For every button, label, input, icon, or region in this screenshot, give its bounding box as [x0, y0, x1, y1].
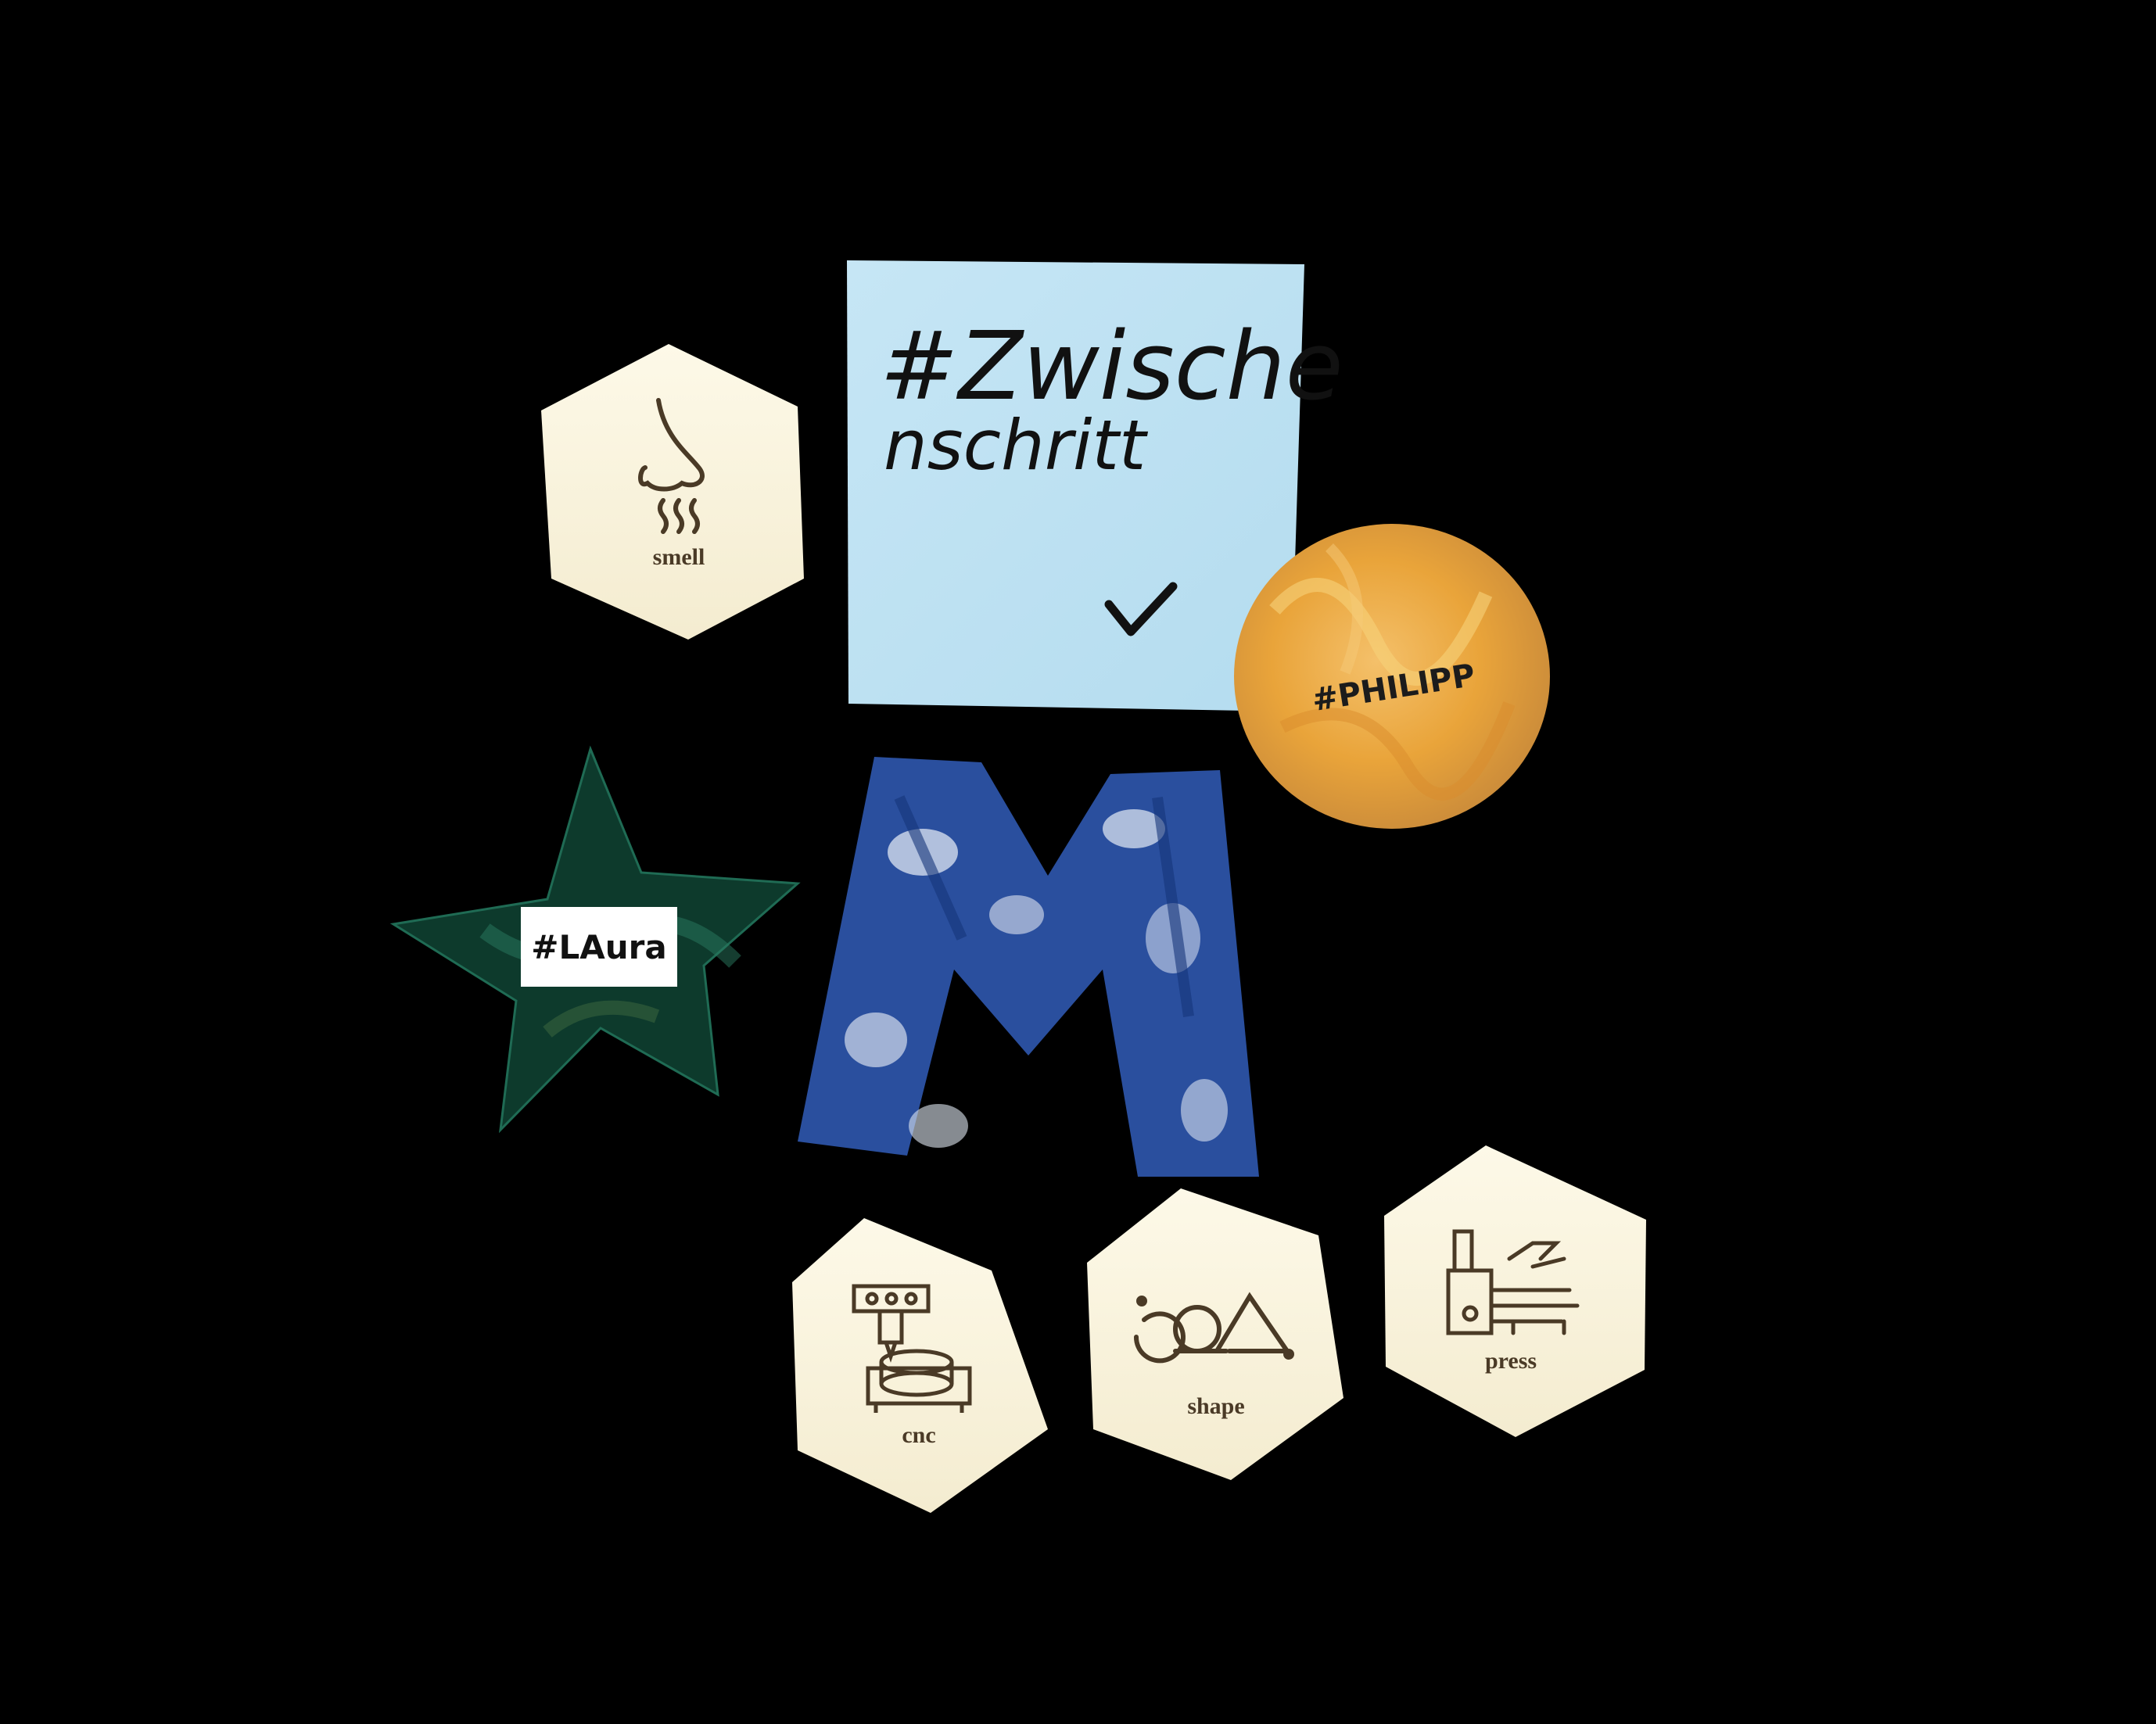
shape-label: shape — [1187, 1393, 1244, 1419]
sticky-note-line2: nschritt — [884, 405, 1149, 486]
smell-label: smell — [653, 544, 705, 570]
photo-scene: #Zwische nschritt smell #PHILIPP #LAura — [389, 260, 1646, 1513]
cnc-label: cnc — [902, 1422, 935, 1448]
laura-tag: #LAura — [531, 928, 666, 966]
shape-tile: shape — [1087, 1188, 1343, 1480]
cnc-tile: cnc — [792, 1218, 1048, 1513]
smell-tile: smell — [541, 344, 804, 640]
press-tile: press — [1384, 1145, 1646, 1437]
philipp-disc: #PHILIPP — [1234, 524, 1550, 829]
press-label: press — [1485, 1348, 1537, 1374]
letter-m — [798, 757, 1259, 1177]
laura-star: #LAura — [389, 745, 801, 1134]
